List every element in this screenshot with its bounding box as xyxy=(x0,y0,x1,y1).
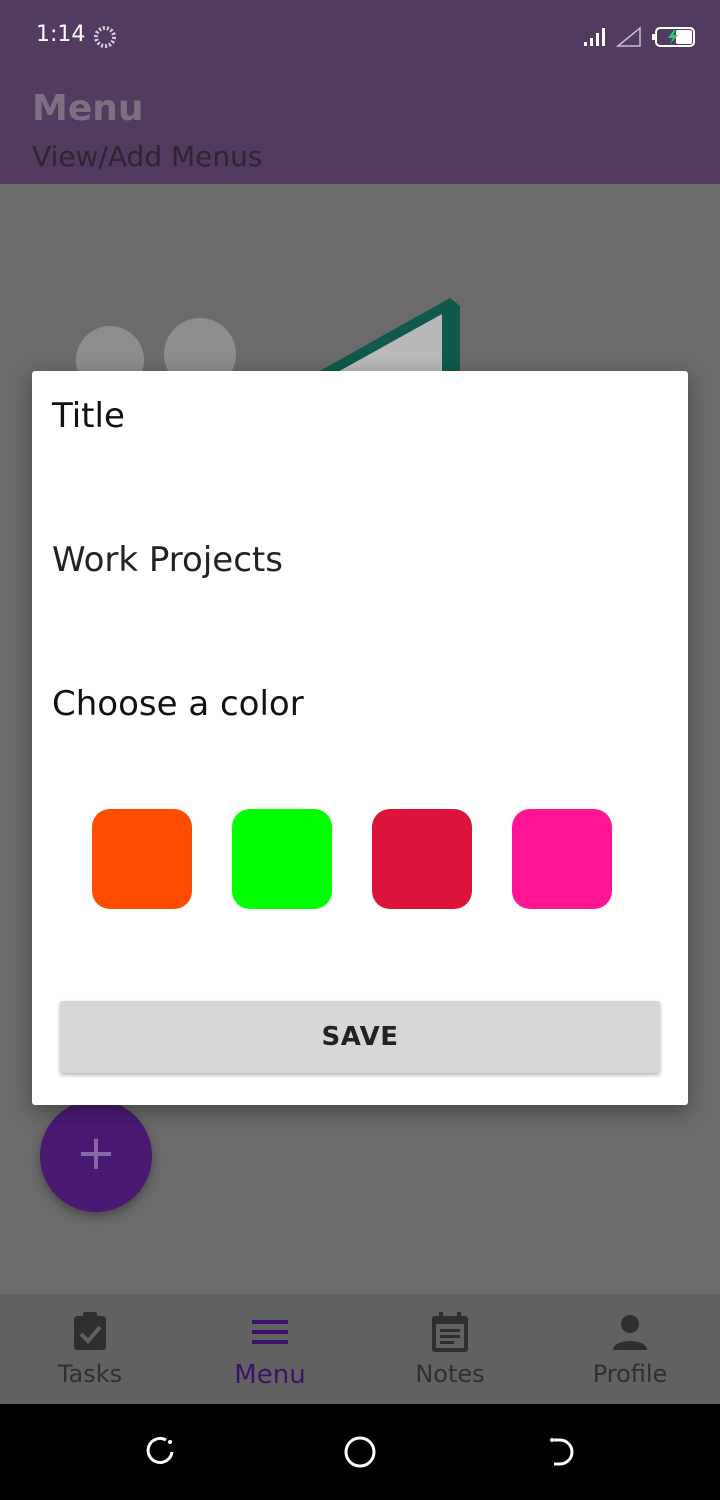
page-title: Menu xyxy=(32,88,144,129)
color-swatch-green[interactable] xyxy=(232,809,332,909)
add-menu-dialog xyxy=(32,371,688,1105)
status-time: 1:14 xyxy=(36,22,86,47)
recent-apps-icon[interactable] xyxy=(140,1432,180,1472)
nav-item-tasks[interactable]: Tasks xyxy=(0,1294,180,1404)
nav-label-notes: Notes xyxy=(415,1360,485,1388)
menu-icon xyxy=(252,1320,288,1344)
clipboard-check-icon xyxy=(74,1312,106,1350)
back-icon[interactable] xyxy=(540,1432,580,1472)
color-label: Choose a color xyxy=(52,684,304,724)
person-icon xyxy=(613,1315,647,1350)
calendar-note-icon xyxy=(432,1312,468,1352)
save-button[interactable]: SAVE xyxy=(60,1001,660,1073)
color-swatch-crimson[interactable] xyxy=(372,809,472,909)
nav-label-tasks: Tasks xyxy=(57,1360,123,1388)
nav-item-menu[interactable]: Menu xyxy=(180,1294,360,1404)
color-swatch-pink[interactable] xyxy=(512,809,612,909)
loading-spinner-icon xyxy=(94,26,116,48)
empty-state-illustration xyxy=(76,298,460,380)
home-icon[interactable] xyxy=(340,1432,380,1472)
battery-charging-icon xyxy=(652,27,695,47)
title-input[interactable]: Work Projects xyxy=(52,540,283,580)
title-label: Title xyxy=(52,396,125,436)
plus-icon: + xyxy=(75,1125,117,1181)
nav-item-notes[interactable]: Notes xyxy=(360,1294,540,1404)
color-swatch-orange[interactable] xyxy=(92,809,192,909)
add-menu-fab[interactable]: + xyxy=(40,1100,152,1212)
signal-outline-icon xyxy=(616,26,641,47)
nav-label-menu: Menu xyxy=(234,1360,306,1390)
page-subtitle: View/Add Menus xyxy=(32,140,263,173)
nav-item-profile[interactable]: Profile xyxy=(540,1294,720,1404)
signal-icon xyxy=(584,28,605,46)
nav-label-profile: Profile xyxy=(592,1360,668,1388)
